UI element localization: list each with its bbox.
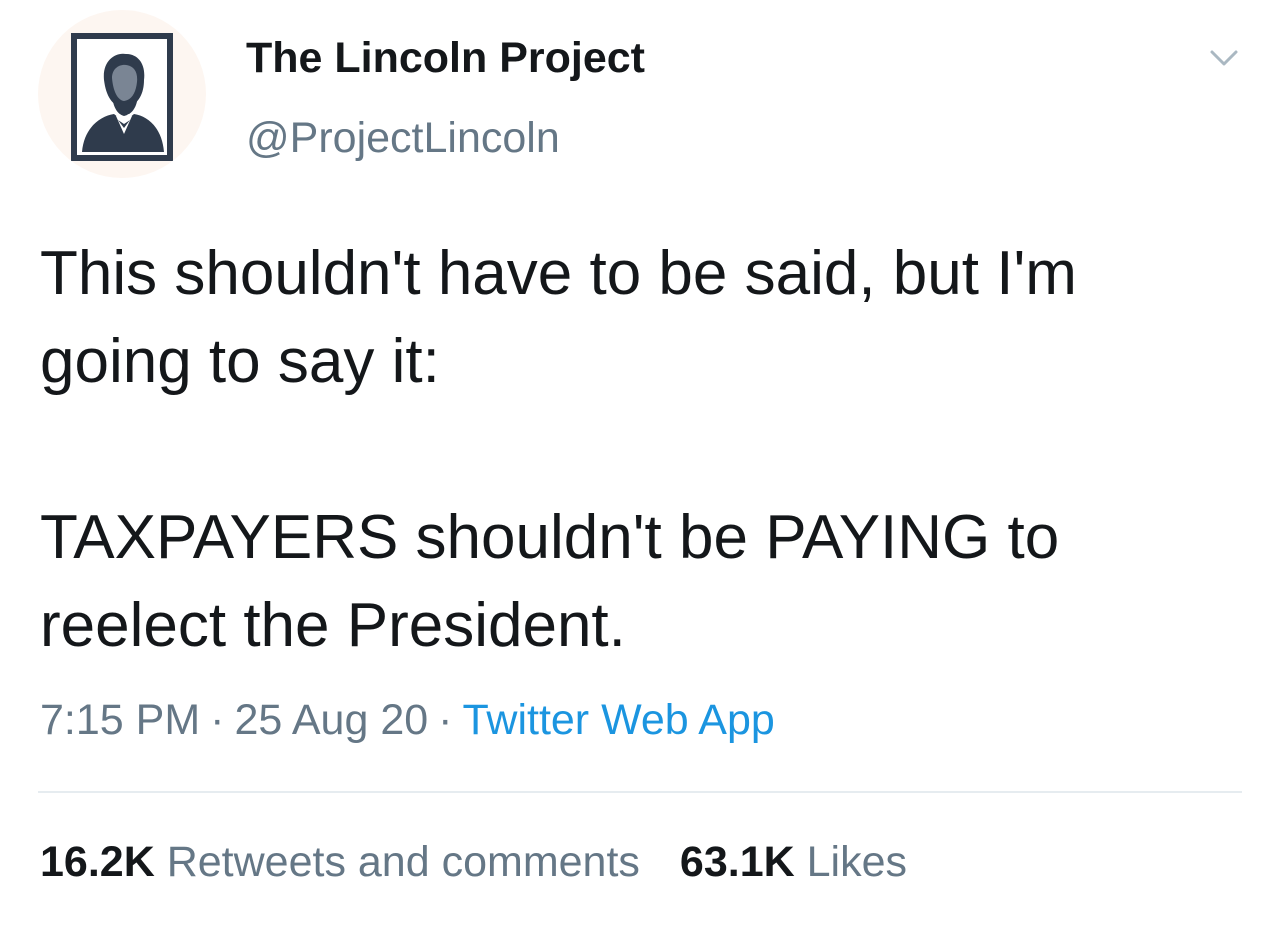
retweets-count: 16.2K — [40, 838, 155, 886]
chevron-down-icon — [1210, 50, 1238, 66]
likes-label: Likes — [806, 838, 908, 886]
tweet-text-line: TAXPAYERS shouldn't be PAYING to — [40, 503, 1060, 572]
lincoln-portrait-icon — [71, 33, 173, 161]
author-name[interactable]: The Lincoln Project — [246, 30, 645, 86]
divider — [38, 791, 1242, 793]
tweet-time[interactable]: 7:15 PM — [40, 696, 200, 744]
tweet-text-line: going to say it: — [40, 327, 440, 396]
tweet-text-line: reelect the President. — [40, 591, 626, 660]
meta-separator: · — [210, 696, 225, 744]
likes-count: 63.1K — [679, 838, 795, 886]
author-handle[interactable]: @ProjectLincoln — [246, 110, 560, 166]
tweet-date[interactable]: 25 Aug 20 — [234, 696, 428, 744]
tweet-source-link[interactable]: Twitter Web App — [463, 696, 775, 744]
likes-stat[interactable]: 63.1K Likes — [680, 838, 907, 886]
retweets-label: Retweets and comments — [166, 838, 640, 886]
retweets-stat[interactable]: 16.2K Retweets and comments — [40, 838, 640, 886]
tweet-card: The Lincoln Project @ProjectLincoln This… — [0, 0, 1280, 928]
tweet-text: This shouldn't have to be said, but I'm … — [40, 230, 1250, 670]
tweet-stats: 16.2K Retweets and comments 63.1K Likes — [40, 834, 907, 890]
more-options-button[interactable] — [1204, 40, 1244, 76]
tweet-text-line: This shouldn't have to be said, but I'm — [40, 239, 1077, 308]
meta-separator: · — [438, 696, 453, 744]
avatar[interactable] — [38, 10, 206, 178]
tweet-meta: 7:15 PM · 25 Aug 20 · Twitter Web App — [40, 692, 775, 748]
